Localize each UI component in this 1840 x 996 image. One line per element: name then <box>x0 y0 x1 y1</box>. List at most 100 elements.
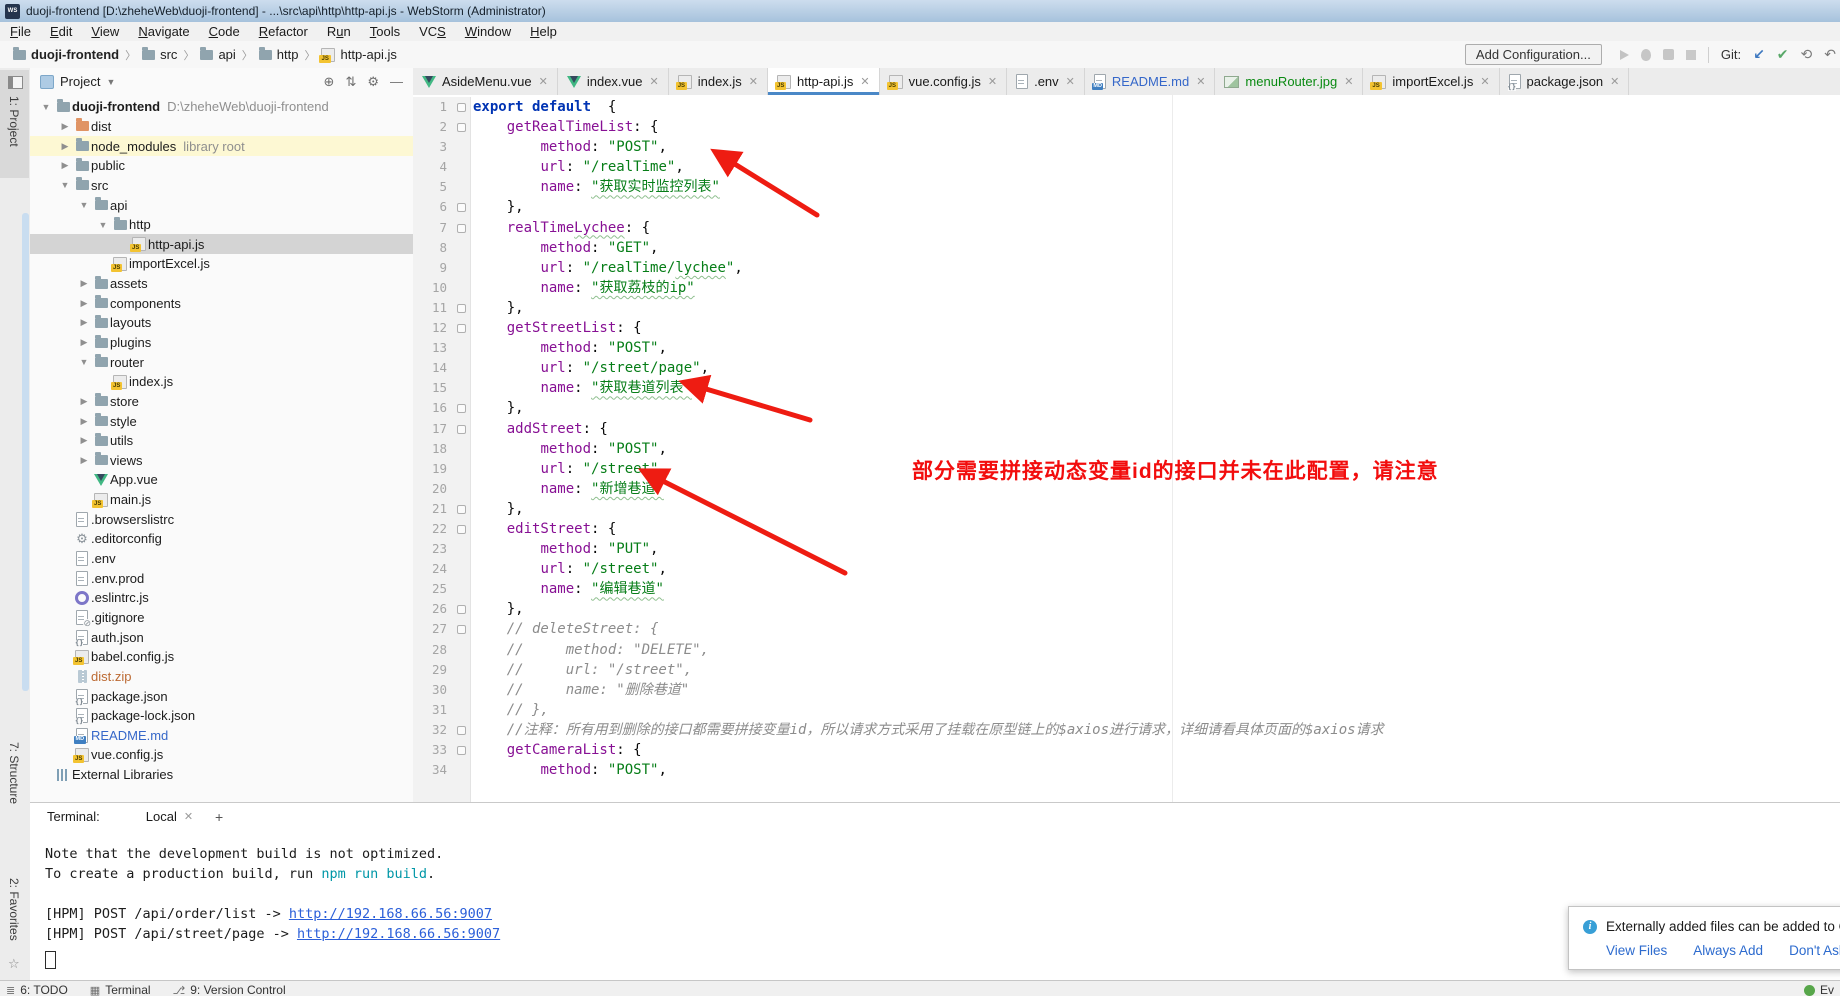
tree-item-src[interactable]: ▼src <box>30 176 413 196</box>
status-item-terminal[interactable]: ▦Terminal <box>90 983 151 996</box>
fold-marker-icon[interactable] <box>457 525 466 534</box>
terminal-tab-local[interactable]: Local ✕ <box>146 809 193 824</box>
tree-item-vue.config.js[interactable]: vue.config.js <box>30 745 413 765</box>
tree-item-auth.json[interactable]: auth.json <box>30 627 413 647</box>
tree-item-package.json[interactable]: package.json <box>30 686 413 706</box>
menu-item-refactor[interactable]: Refactor <box>259 24 308 39</box>
stripe-project-button[interactable]: 1: Project <box>7 96 21 147</box>
tab-AsideMenu.vue[interactable]: AsideMenu.vue✕ <box>413 68 558 95</box>
fold-marker-icon[interactable] <box>457 505 466 514</box>
expand-arrow-icon[interactable]: ▶ <box>76 416 92 427</box>
menu-item-code[interactable]: Code <box>209 24 240 39</box>
tab-vue.config.js[interactable]: vue.config.js✕ <box>880 68 1007 95</box>
tab-close-icon[interactable]: ✕ <box>1196 75 1205 88</box>
breadcrumb-item-api[interactable]: api <box>200 47 235 62</box>
fold-marker-icon[interactable] <box>457 425 466 434</box>
tree-item-main.js[interactable]: main.js <box>30 490 413 510</box>
menu-item-vcs[interactable]: VCS <box>419 24 446 39</box>
menu-item-window[interactable]: Window <box>465 24 511 39</box>
project-tool-icon[interactable] <box>8 76 23 89</box>
tree-item-.env[interactable]: .env <box>30 549 413 569</box>
expand-arrow-icon[interactable]: ▼ <box>76 357 92 367</box>
notification-action-always-add[interactable]: Always Add <box>1693 943 1763 958</box>
debug-icon[interactable] <box>1641 49 1651 61</box>
tree-item-utils[interactable]: ▶utils <box>30 431 413 451</box>
expand-arrow-icon[interactable]: ▼ <box>57 180 73 190</box>
add-configuration-button[interactable]: Add Configuration... <box>1465 44 1602 65</box>
git-history-icon[interactable]: ⟲ <box>1801 46 1813 63</box>
tree-item-plugins[interactable]: ▶plugins <box>30 333 413 353</box>
tree-item-duoji-frontend[interactable]: ▼duoji-frontendD:\zheheWeb\duoji-fronten… <box>30 97 413 117</box>
locate-file-icon[interactable]: ⊕ <box>324 74 335 90</box>
expand-arrow-icon[interactable]: ▶ <box>76 455 92 466</box>
tree-item-style[interactable]: ▶style <box>30 411 413 431</box>
tab-menuRouter.jpg[interactable]: menuRouter.jpg✕ <box>1215 68 1363 95</box>
tree-item-dist[interactable]: ▶dist <box>30 117 413 137</box>
gear-icon[interactable]: ⚙ <box>367 74 379 90</box>
menu-item-navigate[interactable]: Navigate <box>138 24 189 39</box>
tree-item-App.vue[interactable]: App.vue <box>30 470 413 490</box>
tree-item-layouts[interactable]: ▶layouts <box>30 313 413 333</box>
fold-marker-icon[interactable] <box>457 404 466 413</box>
expand-arrow-icon[interactable]: ▶ <box>57 121 73 132</box>
notification-action-don-t-ask-agai[interactable]: Don't Ask Agai <box>1789 943 1840 958</box>
new-terminal-icon[interactable]: + <box>215 809 223 825</box>
expand-arrow-icon[interactable]: ▼ <box>95 220 111 230</box>
tab-index.vue[interactable]: index.vue✕ <box>558 68 669 95</box>
breadcrumb-item-http[interactable]: http <box>259 47 299 62</box>
tree-item-http-api.js[interactable]: http-api.js <box>30 234 413 254</box>
menu-item-tools[interactable]: Tools <box>370 24 400 39</box>
menu-item-help[interactable]: Help <box>530 24 557 39</box>
fold-marker-icon[interactable] <box>457 746 466 755</box>
fold-marker-icon[interactable] <box>457 605 466 614</box>
expand-arrow-icon[interactable]: ▶ <box>76 435 92 446</box>
tree-item-router[interactable]: ▼router <box>30 352 413 372</box>
notification-action-view-files[interactable]: View Files <box>1606 943 1667 958</box>
tab-http-api.js[interactable]: http-api.js✕ <box>768 68 880 95</box>
project-panel-title[interactable]: Project <box>60 74 100 89</box>
hide-panel-icon[interactable]: — <box>390 74 403 90</box>
tree-item-babel.config.js[interactable]: babel.config.js <box>30 647 413 667</box>
tree-item-README.md[interactable]: README.md <box>30 726 413 746</box>
tree-item-index.js[interactable]: index.js <box>30 372 413 392</box>
fold-marker-icon[interactable] <box>457 726 466 735</box>
expand-arrow-icon[interactable]: ▶ <box>76 317 92 328</box>
tree-item-.gitignore[interactable]: .gitignore <box>30 608 413 628</box>
tree-item-External Libraries[interactable]: External Libraries <box>30 765 413 785</box>
tab-package.json[interactable]: package.json✕ <box>1500 68 1630 95</box>
tree-item-http[interactable]: ▼http <box>30 215 413 235</box>
menu-item-view[interactable]: View <box>91 24 119 39</box>
tree-item-dist.zip[interactable]: dist.zip <box>30 667 413 687</box>
git-rollback-icon[interactable]: ↶ <box>1824 46 1836 63</box>
tab-README.md[interactable]: README.md✕ <box>1085 68 1216 95</box>
expand-arrow-icon[interactable]: ▶ <box>57 141 73 152</box>
close-icon[interactable]: ✕ <box>184 810 193 823</box>
fold-marker-icon[interactable] <box>457 304 466 313</box>
tree-item-.eslintrc.js[interactable]: .eslintrc.js <box>30 588 413 608</box>
tab-close-icon[interactable]: ✕ <box>650 75 659 88</box>
tab-close-icon[interactable]: ✕ <box>1066 75 1075 88</box>
fold-marker-icon[interactable] <box>457 224 466 233</box>
terminal-link[interactable]: http://192.168.66.56:9007 <box>289 906 492 922</box>
tree-item-.browserslistrc[interactable]: .browserslistrc <box>30 509 413 529</box>
menu-item-edit[interactable]: Edit <box>50 24 72 39</box>
tab-close-icon[interactable]: ✕ <box>1610 75 1619 88</box>
tab-close-icon[interactable]: ✕ <box>1480 75 1489 88</box>
expand-arrow-icon[interactable]: ▶ <box>76 337 92 348</box>
menu-item-file[interactable]: File <box>10 24 31 39</box>
tab-.env[interactable]: .env✕ <box>1007 68 1085 95</box>
tab-index.js[interactable]: index.js✕ <box>669 68 768 95</box>
event-log-label[interactable]: Ev <box>1820 983 1834 996</box>
tab-close-icon[interactable]: ✕ <box>749 75 758 88</box>
tree-item-.env.prod[interactable]: .env.prod <box>30 568 413 588</box>
tree-item-node_modules[interactable]: ▶node_moduleslibrary root <box>30 136 413 156</box>
tree-item-api[interactable]: ▼api <box>30 195 413 215</box>
stripe-favorites-button[interactable]: 2: Favorites <box>7 878 21 941</box>
expand-arrow-icon[interactable]: ▶ <box>57 160 73 171</box>
tab-importExcel.js[interactable]: importExcel.js✕ <box>1363 68 1499 95</box>
tree-item-package-lock.json[interactable]: package-lock.json <box>30 706 413 726</box>
fold-marker-icon[interactable] <box>457 203 466 212</box>
tree-item-importExcel.js[interactable]: importExcel.js <box>30 254 413 274</box>
fold-marker-icon[interactable] <box>457 123 466 132</box>
git-update-icon[interactable]: ↙ <box>1753 46 1765 63</box>
